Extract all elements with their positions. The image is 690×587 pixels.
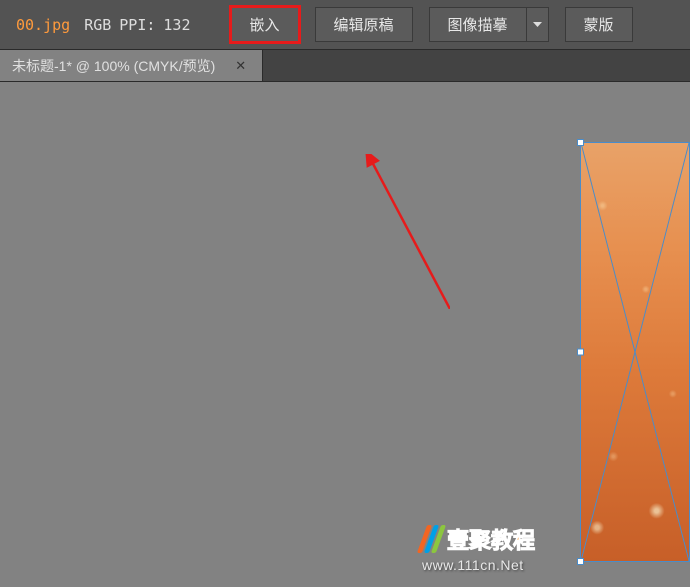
annotation-arrow (365, 154, 450, 309)
mask-button[interactable]: 蒙版 (565, 7, 633, 42)
ppi-label: PPI: (119, 16, 155, 34)
document-tab-active[interactable]: 未标题-1* @ 100% (CMYK/预览) ✕ (0, 50, 263, 81)
image-trace-group: 图像描摹 (429, 7, 549, 42)
placed-linked-image[interactable] (580, 142, 690, 562)
canvas-workspace[interactable] (0, 82, 690, 587)
transform-handle[interactable] (577, 139, 584, 146)
transform-handle[interactable] (577, 349, 584, 356)
image-trace-button[interactable]: 图像描摹 (429, 7, 527, 42)
edit-original-button[interactable]: 编辑原稿 (315, 7, 413, 42)
transform-handle[interactable] (577, 558, 584, 565)
ppi-value: 132 (163, 16, 190, 34)
color-mode: RGB (84, 16, 111, 34)
options-bar: 00.jpg RGB PPI: 132 嵌入 编辑原稿 图像描摹 蒙版 (0, 0, 690, 50)
linked-file-info: 00.jpg RGB PPI: 132 (10, 16, 191, 34)
placement-diagonals (581, 143, 689, 561)
tab-label: 未标题-1* @ 100% (CMYK/预览) (12, 56, 215, 76)
image-trace-dropdown[interactable] (527, 7, 549, 42)
toolbar-buttons: 嵌入 编辑原稿 图像描摹 蒙版 (231, 7, 633, 42)
embed-button[interactable]: 嵌入 (231, 7, 299, 42)
close-icon[interactable]: ✕ (231, 58, 250, 74)
chevron-down-icon (533, 22, 542, 28)
document-tab-bar: 未标题-1* @ 100% (CMYK/预览) ✕ (0, 50, 690, 82)
linked-filename: 00.jpg (10, 16, 76, 34)
